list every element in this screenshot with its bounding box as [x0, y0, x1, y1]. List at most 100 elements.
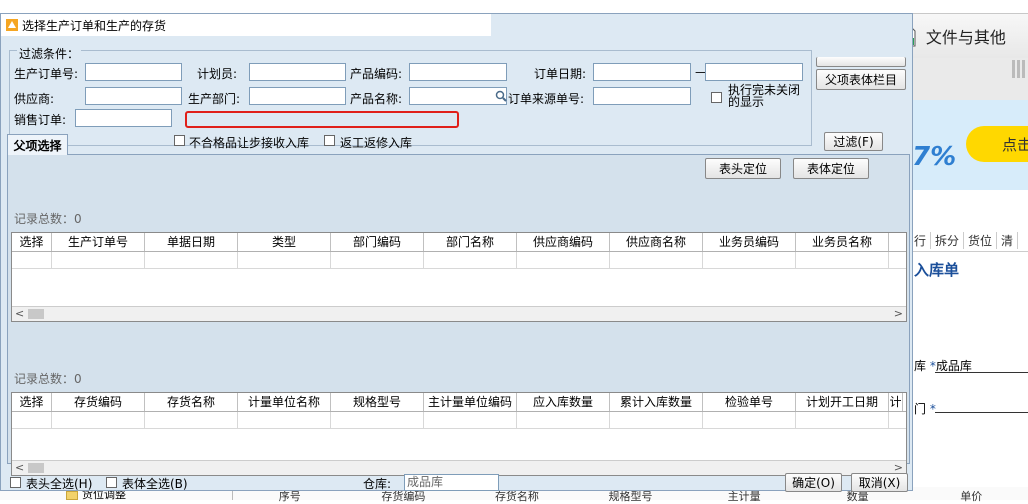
app-icon [6, 19, 18, 31]
bg-tab[interactable]: 行 [910, 232, 932, 249]
column-header[interactable]: 计划开工日期 [796, 393, 889, 411]
reject-receive-label: 不合格品让步接收入库 [189, 136, 310, 150]
filter-legend: 过滤条件： [17, 45, 82, 62]
body-locate-button[interactable]: 表体定位 [793, 158, 869, 179]
warehouse-label: 仓库: [363, 477, 392, 491]
column-header[interactable]: 业务员名称 [796, 233, 889, 251]
select-order-dialog: 选择生产订单和生产的存货 过滤条件： 生产订单号: 计划员: 产品编码: 订单日… [0, 13, 913, 492]
grid-header: 选择 生产订单号 单据日期 类型 部门编码 部门名称 供应商编码 供应商名称 业… [12, 233, 906, 252]
column-header[interactable]: 主计量单位编码 [424, 393, 517, 411]
select-all-body-label: 表体全选(B) [122, 477, 188, 491]
bg-tab-split[interactable]: 拆分 [931, 232, 965, 249]
column-header[interactable]: 单据日期 [145, 233, 238, 251]
scroll-thumb[interactable] [28, 463, 44, 473]
order-no-label: 生产订单号: [14, 67, 79, 81]
column-header[interactable]: 应入库数量 [517, 393, 610, 411]
bg-dept-label: 门 [914, 402, 927, 416]
sales-order-label: 销售订单: [14, 113, 67, 127]
prod-dept-label: 生产部门: [188, 92, 241, 106]
parent-columns-button[interactable]: 父项表体栏目 [816, 69, 906, 90]
dialog-title: 选择生产订单和生产的存货 [22, 18, 167, 33]
column-header[interactable]: 存货名称 [145, 393, 238, 411]
order-date-from-input[interactable] [593, 63, 691, 81]
table-row[interactable] [12, 252, 906, 269]
column-header[interactable]: 部门名称 [424, 233, 517, 251]
inventory-grid[interactable]: 选择 存货编码 存货名称 计量单位名称 规格型号 主计量单位编码 应入库数量 累… [11, 392, 907, 476]
product-code-input[interactable] [409, 63, 507, 81]
rework-receive-label: 返工返修入库 [340, 136, 413, 150]
column-header[interactable]: 选择 [12, 233, 52, 251]
highlight-annotation [185, 111, 459, 128]
select-all-head-checkbox[interactable] [10, 477, 21, 488]
required-marker: * [929, 402, 936, 416]
scroll-left-icon[interactable]: < [15, 307, 24, 320]
hidden-top-button[interactable] [816, 57, 906, 67]
grid-icon[interactable] [1012, 60, 1026, 78]
scroll-left-icon[interactable]: < [15, 461, 24, 474]
column-header[interactable]: 规格型号 [331, 393, 424, 411]
bg-dept-field: 门 * [914, 400, 936, 417]
document-title: 入库单 [914, 261, 960, 279]
product-code-label: 产品编码: [350, 67, 403, 81]
search-icon[interactable] [495, 90, 507, 102]
scroll-right-icon[interactable]: > [894, 307, 903, 320]
column-header[interactable]: 部门编码 [331, 233, 424, 251]
planner-label: 计划员: [197, 67, 238, 81]
column-header[interactable]: 类型 [238, 233, 331, 251]
bg-warehouse-label: 库 [914, 359, 927, 373]
order-no-input[interactable] [85, 63, 182, 81]
select-all-body-checkbox[interactable] [106, 477, 117, 488]
column-header[interactable]: 累计入库数量 [610, 393, 703, 411]
scroll-thumb[interactable] [28, 309, 44, 319]
bg-dept-underline [935, 412, 1028, 413]
column-header[interactable]: 存货编码 [52, 393, 145, 411]
promo-button[interactable]: 点击 [966, 126, 1028, 162]
source-no-label: 订单来源单号: [508, 92, 585, 106]
close-display-label: 执行完未关闭 的显示 [728, 83, 801, 109]
column-header[interactable]: 计 [889, 393, 903, 411]
background-title-strip [0, 0, 1028, 14]
rework-receive-checkbox[interactable] [324, 135, 335, 146]
bg-warehouse-underline [935, 372, 1028, 373]
column-header[interactable]: 检验单号 [703, 393, 796, 411]
bg-tab-clear[interactable]: 清 [997, 232, 1019, 249]
lower-record-count: 记录总数：0 [14, 372, 82, 386]
column-header[interactable]: 业务员编码 [703, 233, 796, 251]
select-all-head-label: 表头全选(H) [26, 477, 93, 491]
upper-record-count: 记录总数：0 [14, 212, 82, 226]
filter-button[interactable]: 过滤(F) [824, 132, 883, 151]
tab-parent-select[interactable]: 父项选择 [7, 134, 68, 155]
order-date-to-input[interactable] [705, 63, 803, 81]
order-date-label: 订单日期: [534, 67, 587, 81]
parent-order-grid[interactable]: 选择 生产订单号 单据日期 类型 部门编码 部门名称 供应商编码 供应商名称 业… [11, 232, 907, 322]
column-header[interactable]: 供应商编码 [517, 233, 610, 251]
sales-order-input[interactable] [75, 109, 172, 127]
ok-button[interactable]: 确定(O) [785, 473, 842, 492]
reject-receive-checkbox[interactable] [174, 135, 185, 146]
column-header[interactable]: 生产订单号 [52, 233, 145, 251]
column-header[interactable]: 供应商名称 [610, 233, 703, 251]
promo-button-label: 点击 [1002, 136, 1028, 154]
prod-dept-input[interactable] [249, 87, 346, 105]
source-no-input[interactable] [593, 87, 691, 105]
bg-tab-location[interactable]: 货位 [964, 232, 998, 249]
planner-input[interactable] [249, 63, 346, 81]
column-header[interactable]: 选择 [12, 393, 52, 411]
head-locate-button[interactable]: 表头定位 [705, 158, 781, 179]
background-row-tabs: 行 拆分 货位 清 [910, 230, 1028, 252]
table-row[interactable] [12, 412, 906, 429]
column-header[interactable]: 计量单位名称 [238, 393, 331, 411]
background-ribbon-area [910, 58, 1028, 100]
product-name-label: 产品名称: [350, 92, 403, 106]
toolbar-file-label: 文件与其他 [925, 28, 1006, 47]
promo-percent: 7% [912, 142, 957, 172]
product-name-input[interactable] [409, 87, 507, 105]
horizontal-scrollbar[interactable]: < > [12, 460, 906, 475]
supplier-input[interactable] [85, 87, 182, 105]
bg-warehouse-value: 成品库 [935, 359, 972, 373]
horizontal-scrollbar[interactable]: < > [12, 306, 906, 321]
cancel-button[interactable]: 取消(X) [851, 473, 908, 492]
supplier-label: 供应商: [14, 92, 55, 106]
close-display-checkbox[interactable] [711, 92, 722, 103]
warehouse-input[interactable]: 成品库 [404, 474, 499, 491]
